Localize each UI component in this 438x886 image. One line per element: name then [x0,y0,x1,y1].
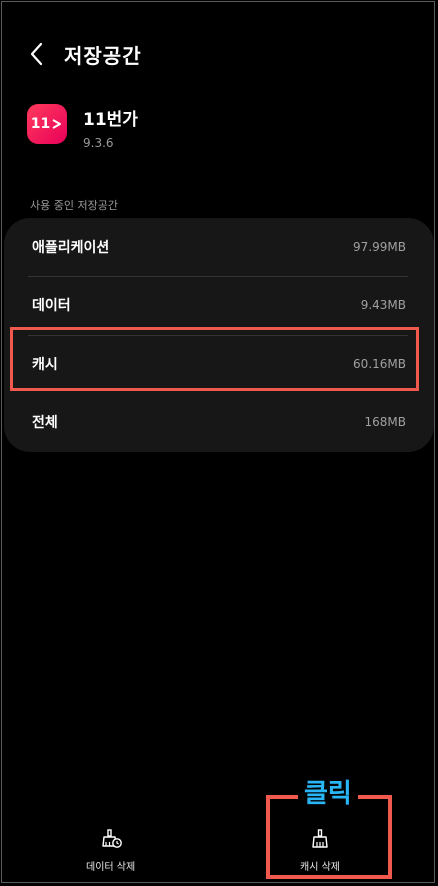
storage-row-total: 전체 168MB [32,393,406,451]
app-summary: 11 11번가 9.3.6 [27,104,138,150]
storage-label: 전체 [32,415,58,431]
storage-label: 애플리케이션 [32,240,110,256]
app-icon: 11 [27,104,67,144]
storage-row-app: 애플리케이션 97.99MB [32,218,406,276]
app-icon-text: 11 [30,116,51,132]
back-button[interactable] [26,39,48,69]
page-title: 저장공간 [64,43,142,68]
broom-clock-icon [101,829,122,848]
cache-highlight-box [10,327,419,391]
header: 저장공간 [26,36,142,72]
click-annotation-label: 클릭 [298,778,358,810]
app-name: 11번가 [83,110,138,130]
chevron-left-icon [30,42,43,66]
app-info: 11번가 9.3.6 [83,104,138,150]
section-label: 사용 중인 저장공간 [30,199,118,212]
storage-value: 97.99MB [353,240,406,254]
storage-value: 9.43MB [360,298,406,312]
storage-row-data: 데이터 9.43MB [32,276,406,334]
clear-data-label: 데이터 삭제 [86,862,136,873]
clear-data-button[interactable]: 데이터 삭제 [86,828,135,873]
app-version: 9.3.6 [83,136,114,150]
storage-label: 데이터 [32,298,71,314]
storage-value: 168MB [364,415,407,429]
